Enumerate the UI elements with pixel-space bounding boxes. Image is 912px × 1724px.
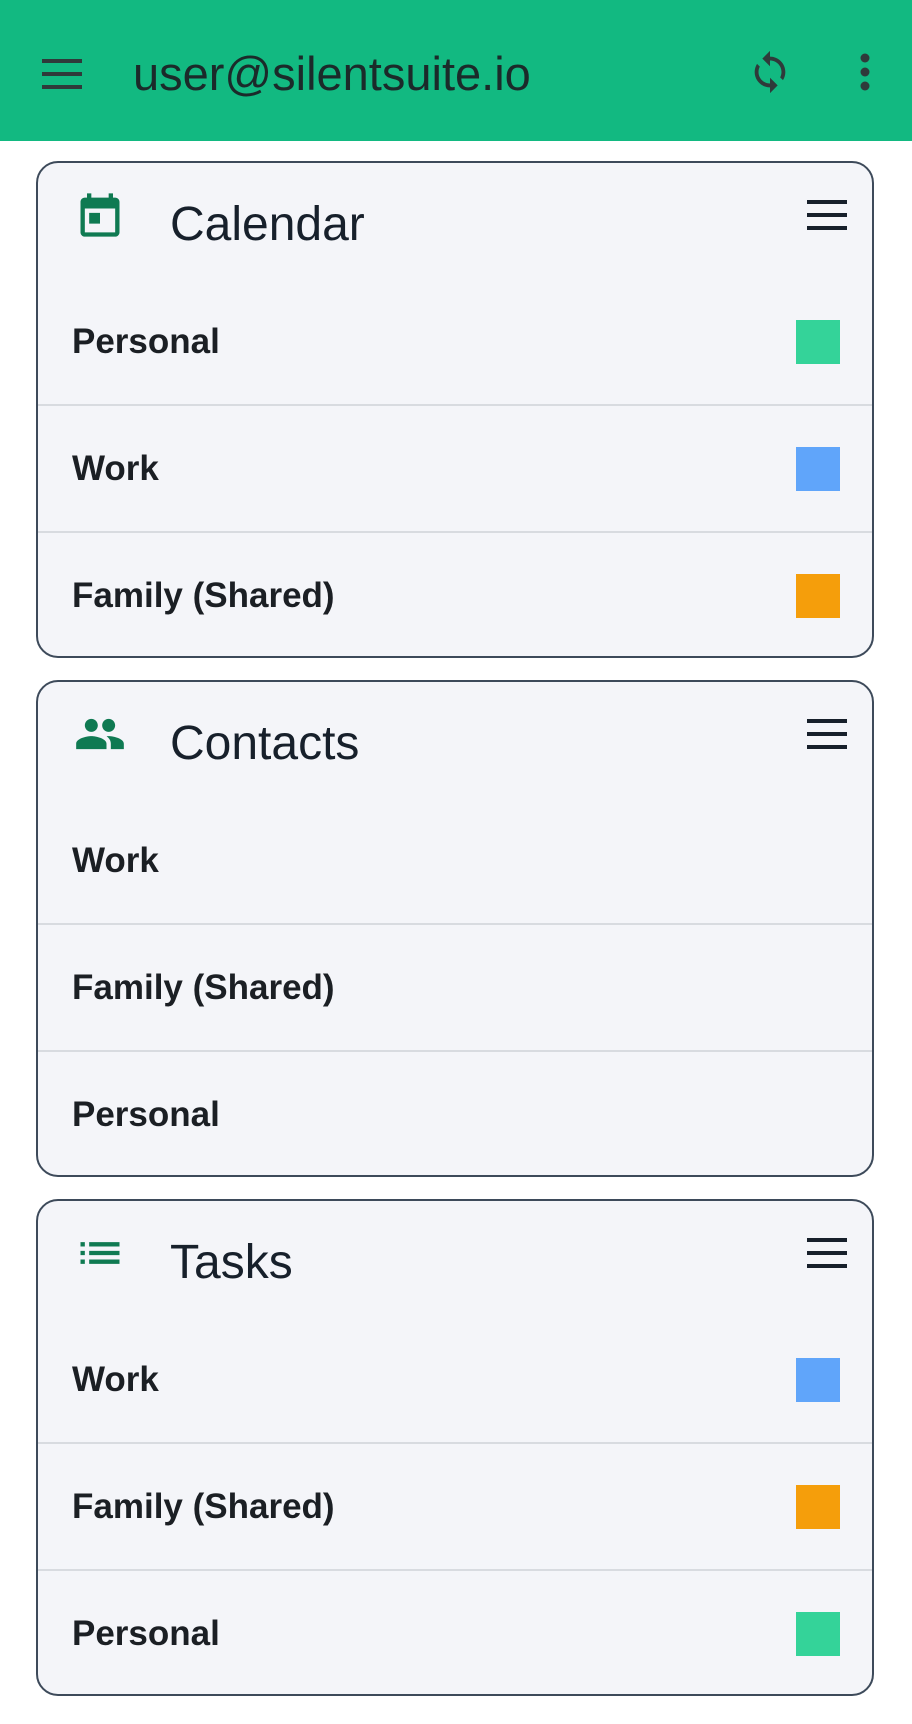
app-bar: user@silentsuite.io <box>0 0 912 141</box>
color-swatch <box>796 573 840 618</box>
contacts-list-item-work[interactable]: Work <box>38 798 872 923</box>
calendar-list-item-personal[interactable]: Personal <box>38 279 872 404</box>
calendar-list-item-work[interactable]: Work <box>38 404 872 531</box>
tasks-card: Tasks Work Family (Shared) Personal <box>36 1199 874 1696</box>
list-item-label: Personal <box>72 1094 220 1134</box>
contacts-menu-button[interactable] <box>802 712 852 756</box>
hamburger-icon <box>807 200 847 230</box>
more-vert-icon <box>860 53 870 91</box>
color-swatch <box>796 1611 840 1656</box>
calendar-menu-button[interactable] <box>802 193 852 237</box>
color-swatch <box>796 1484 840 1529</box>
people-icon <box>76 718 124 750</box>
contacts-list-item-family[interactable]: Family (Shared) <box>38 923 872 1050</box>
calendar-list-item-family[interactable]: Family (Shared) <box>38 531 872 656</box>
calendar-card: Calendar Personal Work Family (Shared) <box>36 161 874 658</box>
calendar-section-title: Calendar <box>170 198 365 251</box>
list-item-label: Work <box>72 448 159 488</box>
tasks-menu-button[interactable] <box>802 1231 852 1275</box>
calendar-icon <box>80 193 120 237</box>
tasks-list-item-personal[interactable]: Personal <box>38 1569 872 1694</box>
hamburger-icon <box>807 1238 847 1268</box>
navigation-menu-button[interactable] <box>30 42 94 106</box>
sync-button[interactable] <box>738 40 802 104</box>
list-item-label: Personal <box>72 1613 220 1653</box>
color-swatch <box>796 446 840 491</box>
contacts-list-item-personal[interactable]: Personal <box>38 1050 872 1175</box>
list-item-label: Family (Shared) <box>72 967 335 1007</box>
contacts-section-title: Contacts <box>170 717 360 770</box>
contacts-card: Contacts Work Family (Shared) Personal <box>36 680 874 1177</box>
color-swatch <box>796 319 840 364</box>
tasks-list-item-work[interactable]: Work <box>38 1317 872 1442</box>
list-item-label: Family (Shared) <box>72 575 335 615</box>
account-title: user@silentsuite.io <box>133 47 531 100</box>
list-icon <box>80 1242 120 1264</box>
list-item-label: Work <box>72 1359 159 1399</box>
tasks-section-title: Tasks <box>170 1236 293 1289</box>
tasks-list-item-family[interactable]: Family (Shared) <box>38 1442 872 1569</box>
list-item-label: Work <box>72 840 159 880</box>
sync-icon <box>754 50 786 94</box>
list-item-label: Family (Shared) <box>72 1486 335 1526</box>
hamburger-icon <box>807 719 847 749</box>
hamburger-icon <box>42 59 82 89</box>
more-options-button[interactable] <box>840 40 890 104</box>
list-item-label: Personal <box>72 321 220 361</box>
color-swatch <box>796 1357 840 1402</box>
